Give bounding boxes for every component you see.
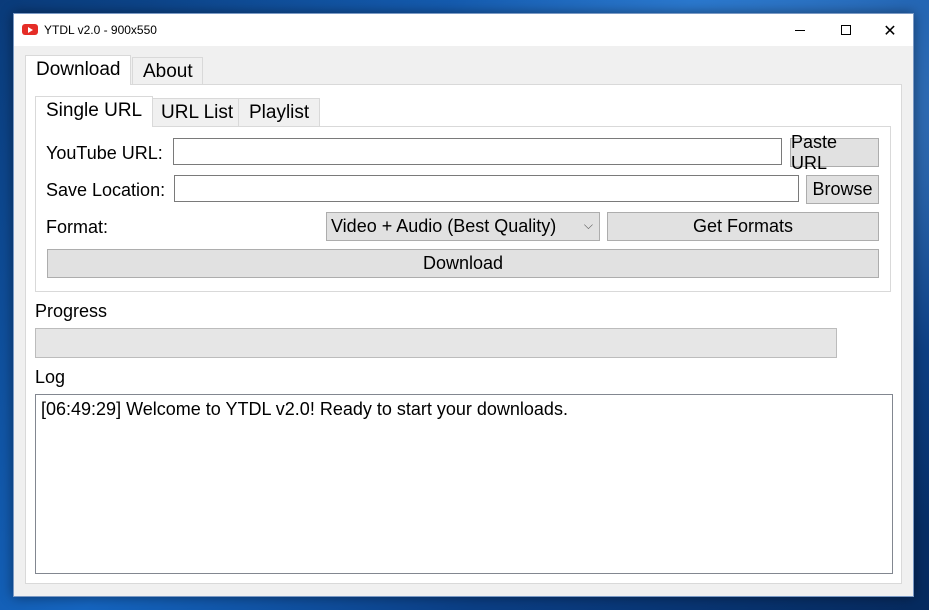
format-select[interactable]: Video + Audio (Best Quality) ⌵ <box>326 212 600 241</box>
minimize-button[interactable] <box>777 14 823 46</box>
tab-download[interactable]: Download <box>25 55 131 85</box>
close-button[interactable]: ✕ <box>867 14 913 46</box>
paste-url-button[interactable]: Paste URL <box>790 132 879 173</box>
download-button[interactable]: Download <box>47 249 879 278</box>
tab-about[interactable]: About <box>132 57 203 85</box>
save-location-label: Save Location: <box>46 180 166 200</box>
tab-single-url[interactable]: Single URL <box>35 96 154 127</box>
youtube-url-label: YouTube URL: <box>46 143 163 163</box>
format-label: Format: <box>46 217 109 237</box>
log-label: Log <box>35 367 66 387</box>
log-line: [06:49:29] Welcome to YTDL v2.0! Ready t… <box>41 399 568 419</box>
tab-url-list[interactable]: URL List <box>150 98 245 127</box>
format-selected-value: Video + Audio (Best Quality) <box>331 216 557 236</box>
chevron-down-icon: ⌵ <box>583 218 593 232</box>
maximize-button[interactable] <box>823 14 869 46</box>
youtube-icon <box>22 24 38 35</box>
youtube-url-input[interactable] <box>173 138 782 165</box>
progress-label: Progress <box>35 301 108 321</box>
close-icon: ✕ <box>883 20 897 40</box>
save-location-input[interactable] <box>174 175 799 202</box>
minimize-icon <box>795 29 805 31</box>
tab-playlist[interactable]: Playlist <box>238 98 321 127</box>
window-title: YTDL v2.0 - 900x550 <box>44 23 157 37</box>
app-window: YTDL v2.0 - 900x550 ✕ Download About Sin… <box>13 13 914 597</box>
log-textarea[interactable]: [06:49:29] Welcome to YTDL v2.0! Ready t… <box>35 394 893 574</box>
title-bar[interactable]: YTDL v2.0 - 900x550 ✕ <box>14 14 913 46</box>
maximize-icon <box>841 25 851 35</box>
progress-bar <box>35 328 837 358</box>
browse-button[interactable]: Browse <box>806 175 879 204</box>
get-formats-button[interactable]: Get Formats <box>607 212 879 241</box>
